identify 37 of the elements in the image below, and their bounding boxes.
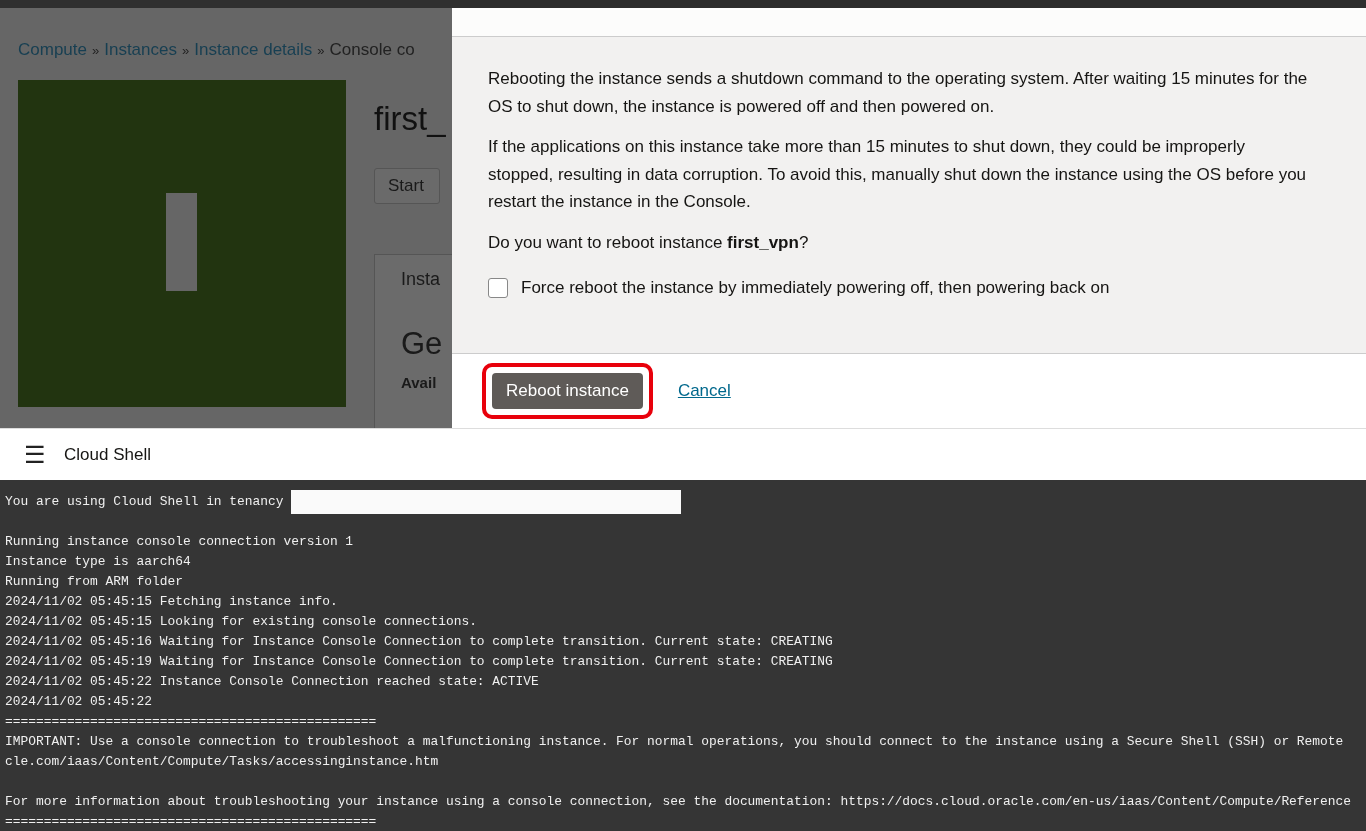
dialog-paragraph: Rebooting the instance sends a shutdown command to the operating system. After waiting 15 minutes for the OS to shut down, the instance is powered off and then powered on. — [488, 68, 1309, 118]
reboot-button[interactable]: Reboot instance — [492, 373, 643, 409]
terminal-line: 2024/11/02 05:45:22 — [5, 693, 152, 711]
panel-tab[interactable]: Insta — [401, 269, 452, 290]
breadcrumb-separator: » — [92, 43, 100, 58]
panel-title: Cloud Shell — [64, 444, 151, 465]
field-label: Avail — [401, 374, 438, 391]
breadcrumb-separator: » — [182, 43, 190, 58]
breadcrumb-link[interactable]: Instances — [104, 40, 177, 60]
terminal-line: IMPORTANT: Use a console connection to troubleshoot a malfunctioning instance. For normal operations, you should connect to the instance using a Secure Shell (SSH) or Remote — [5, 733, 1344, 751]
terminal-line: cle.com/iaas/Content/Compute/Tasks/accessinginstance.htm — [5, 753, 439, 771]
breadcrumb-separator: » — [317, 43, 325, 58]
terminal-line: Running instance console connection version 1 — [5, 533, 354, 551]
terminal-line: For more information about troubleshooting your instance using a console connection, see the documentation: https://docs.cloud.oracle.com/en-us/iaas/Content/Compute/Reference — [5, 793, 1351, 811]
terminal-line: 2024/11/02 05:45:19 Waiting for Instance Console Connection to complete transition. Current state: CREATING — [5, 653, 833, 671]
terminal-line: Instance type is aarch64 — [5, 553, 191, 571]
force-reboot-checkbox[interactable] — [488, 277, 508, 298]
terminal-line: 2024/11/02 05:45:15 Fetching instance info. — [5, 593, 338, 611]
cancel-link[interactable]: Cancel — [677, 381, 731, 401]
terminal-line: 2024/11/02 05:45:16 Waiting for Instance Console Connection to complete transition. Current state: CREATING — [5, 633, 833, 651]
terminal-line: ================================================ — [5, 813, 377, 831]
section-heading: Ge — [401, 326, 444, 362]
instance-icon — [18, 80, 346, 407]
dialog-paragraph: If the applications on this instance take more than 15 minutes to shut down, they could be improperly stopped, resulting in data corruption. To avoid this, manually shut down the instance using the OS before you restart the instance in the Console. — [488, 136, 1308, 213]
checkbox-label: Force reboot the instance by immediately powering off, then powering back on — [521, 277, 1110, 299]
terminal-line: Running from ARM folder — [5, 573, 183, 591]
start-button[interactable]: Start — [374, 168, 440, 204]
terminal-line: You are using Cloud Shell in tenancy — [5, 493, 284, 511]
breadcrumb-link[interactable]: Instance details — [194, 40, 313, 60]
breadcrumb-current: Console co — [329, 40, 415, 60]
breadcrumb-link[interactable]: Compute — [18, 40, 87, 60]
dialog-paragraph: Do you want to reboot instance first_vpn? — [488, 231, 810, 254]
menu-icon[interactable]: ☰ — [24, 440, 46, 469]
terminal-line: 2024/11/02 05:45:15 Looking for existing console connections. — [5, 613, 477, 631]
instance-title: first_ — [374, 100, 447, 138]
terminal-line: ================================================ — [5, 713, 377, 731]
terminal-line: 2024/11/02 05:45:22 Instance Console Connection reached state: ACTIVE — [5, 673, 539, 691]
